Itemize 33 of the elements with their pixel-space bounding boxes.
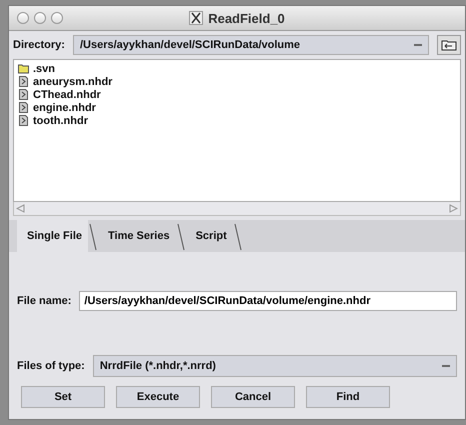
dropdown-icon [414,44,422,46]
file-list-item[interactable]: engine.nhdr [33,102,96,114]
file-list-item[interactable]: aneurysm.nhdr [33,76,112,88]
directory-label: Directory: [13,39,65,51]
execute-button[interactable]: Execute [116,386,200,408]
set-button[interactable]: Set [21,386,105,408]
find-button[interactable]: Find [306,386,390,408]
file-type-label: Files of type: [17,360,85,372]
file-icon [18,76,29,87]
close-button[interactable] [17,12,29,24]
file-name-field[interactable]: /Users/ayykhan/devel/SCIRunData/volume/engine.nhdr [79,291,457,311]
dropdown-icon [442,364,450,368]
cancel-button[interactable]: Cancel [211,386,295,408]
file-list-item[interactable]: .svn [33,62,56,74]
x-logo-icon [189,11,204,25]
file-list-item[interactable]: tooth.nhdr [33,114,88,126]
file-icon [18,115,29,126]
parent-folder-button[interactable] [437,35,461,55]
tab[interactable]: Single File [17,220,88,252]
horizontal-scrollbar[interactable] [13,202,461,216]
scroll-right-icon[interactable] [449,204,458,213]
file-icon [18,89,29,100]
minimize-button[interactable] [34,12,46,24]
zoom-button[interactable] [51,12,63,24]
folder-up-icon [441,39,457,51]
file-name-label: File name: [17,295,72,307]
window-title: ReadField_0 [208,10,285,26]
file-type-dropdown[interactable]: NrrdFile (*.nhdr,*.nrrd) [92,355,457,377]
folder-icon [18,63,29,74]
file-list-item[interactable]: CThead.nhdr [33,88,101,100]
scroll-left-icon[interactable] [16,204,25,213]
directory-dropdown[interactable]: /Users/ayykhan/devel/SCIRunData/volume [72,35,429,55]
file-icon [18,102,29,113]
